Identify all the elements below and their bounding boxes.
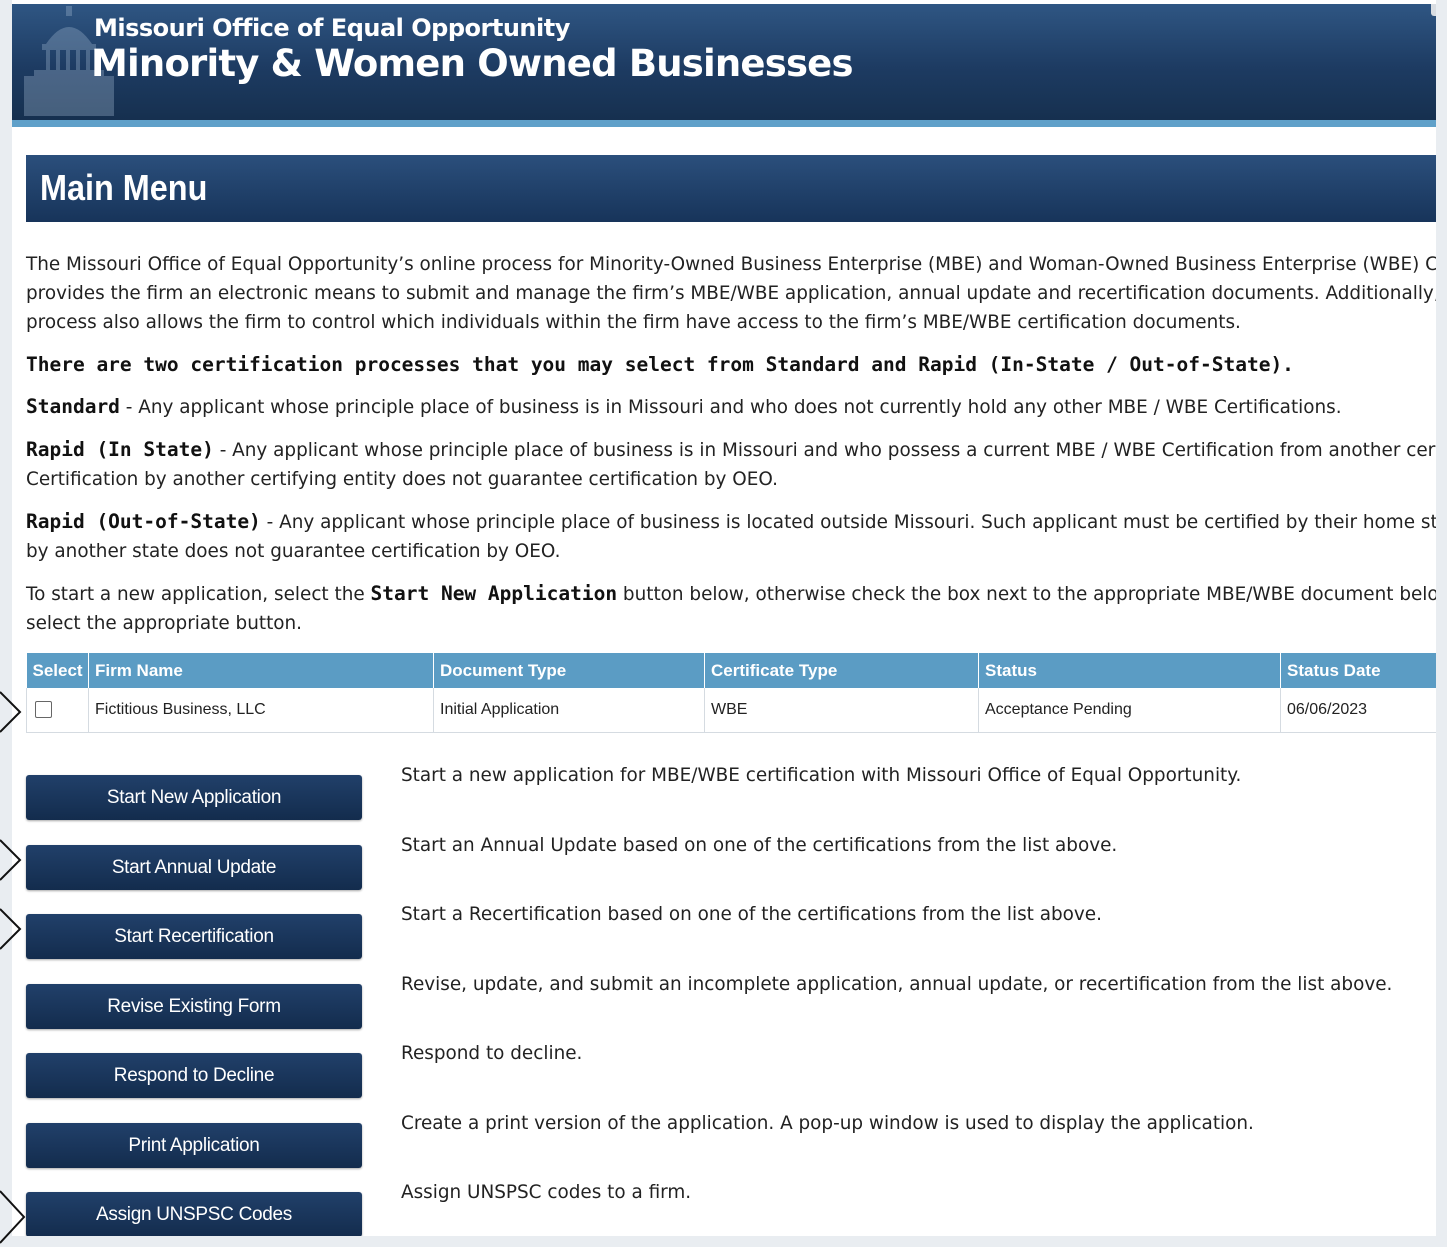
- revise-existing-form-description: Revise, update, and submit an incomplete…: [401, 974, 1393, 995]
- bottom-border: [0, 1236, 1447, 1247]
- rapid-in-state-label: Rapid (In State): [26, 438, 214, 461]
- standard-text: - Any applicant whose principle place of…: [119, 397, 1342, 418]
- document-type-cell: Initial Application: [433, 688, 705, 733]
- status-cell: Acceptance Pending: [978, 688, 1281, 733]
- right-arrow-icon: [0, 839, 22, 881]
- assign-unspsc-codes-button[interactable]: Assign UNSPSC Codes: [26, 1192, 362, 1236]
- standard-label: Standard: [26, 395, 120, 418]
- start-annual-update-description: Start an Annual Update based on one of t…: [401, 835, 1118, 856]
- instructions-text: button below, otherwise check the box ne…: [622, 584, 1436, 605]
- assign-unspsc-codes-description: Assign UNSPSC codes to a firm.: [401, 1182, 692, 1203]
- page-title: Main Menu: [40, 167, 208, 208]
- column-header-document-type[interactable]: Document Type: [433, 653, 705, 688]
- table-header-row: Select Firm Name Document Type Certifica…: [26, 653, 1436, 688]
- certificate-type-cell: WBE: [704, 688, 979, 733]
- firm-name-cell: Fictitious Business, LLC: [88, 688, 434, 733]
- header-banner: Missouri Office of Equal Opportunity Min…: [12, 4, 1436, 120]
- column-header-status-date[interactable]: Status Date: [1280, 653, 1436, 688]
- header-subtitle: Missouri Office of Equal Opportunity: [94, 14, 570, 42]
- documents-table: Select Firm Name Document Type Certifica…: [26, 653, 1436, 733]
- start-annual-update-button[interactable]: Start Annual Update: [26, 845, 362, 890]
- intro-line: The Missouri Office of Equal Opportunity…: [26, 254, 1436, 275]
- right-arrow-icon: [0, 908, 22, 950]
- instructions-text: To start a new application, select the: [26, 584, 371, 605]
- instructions-text: select the appropriate button.: [26, 613, 303, 634]
- revise-existing-form-button[interactable]: Revise Existing Form: [26, 984, 362, 1029]
- row-select-checkbox[interactable]: [35, 701, 52, 719]
- respond-to-decline-button[interactable]: Respond to Decline: [26, 1053, 362, 1098]
- respond-to-decline-description: Respond to decline.: [401, 1043, 583, 1064]
- print-application-button[interactable]: Print Application: [26, 1123, 362, 1168]
- process-heading: There are two certification processes th…: [26, 353, 1294, 376]
- standard-paragraph: Standard - Any applicant whose principle…: [26, 392, 1436, 422]
- rapid-out-of-state-text: - Any applicant whose principle place of…: [260, 512, 1436, 533]
- intro-line: process also allows the firm to control …: [26, 312, 1241, 333]
- right-arrow-icon: [0, 1190, 26, 1244]
- rapid-out-of-state-label: Rapid (Out-of-State): [26, 510, 261, 533]
- rapid-out-of-state-text: by another state does not guarantee cert…: [26, 541, 561, 562]
- right-arrow-icon: [0, 691, 22, 733]
- column-header-select[interactable]: Select: [26, 653, 89, 688]
- rapid-in-state-text: Certification by another certifying enti…: [26, 469, 778, 490]
- column-header-status[interactable]: Status: [978, 653, 1281, 688]
- column-header-firm-name[interactable]: Firm Name: [88, 653, 434, 688]
- rapid-in-state-paragraph: Rapid (In State) - Any applicant whose p…: [26, 435, 1436, 494]
- instructions-paragraph: To start a new application, select the S…: [26, 579, 1436, 638]
- status-date-cell: 06/06/2023: [1280, 688, 1436, 733]
- main-menu-bar: Main Menu: [26, 155, 1436, 222]
- start-new-application-description: Start a new application for MBE/WBE cert…: [401, 765, 1242, 786]
- scroll-button[interactable]: [1431, 4, 1436, 16]
- column-header-certificate-type[interactable]: Certificate Type: [704, 653, 979, 688]
- intro-text: The Missouri Office of Equal Opportunity…: [26, 250, 1436, 638]
- start-new-application-button[interactable]: Start New Application: [26, 775, 362, 820]
- table-row: Fictitious Business, LLC Initial Applica…: [26, 688, 1436, 733]
- header-title: Minority & Women Owned Businesses: [91, 42, 854, 85]
- header-stripe: [12, 120, 1436, 127]
- select-cell: [26, 688, 89, 733]
- intro-line: provides the firm an electronic means to…: [26, 283, 1436, 304]
- rapid-out-of-state-paragraph: Rapid (Out-of-State) - Any applicant who…: [26, 507, 1436, 566]
- rapid-in-state-text: - Any applicant whose principle place of…: [213, 440, 1436, 461]
- intro-paragraph: The Missouri Office of Equal Opportunity…: [26, 250, 1436, 337]
- instructions-bold: Start New Application: [370, 582, 618, 605]
- start-recertification-button[interactable]: Start Recertification: [26, 914, 362, 959]
- page: Missouri Office of Equal Opportunity Min…: [12, 0, 1436, 1236]
- start-recertification-description: Start a Recertification based on one of …: [401, 904, 1102, 925]
- print-application-description: Create a print version of the applicatio…: [401, 1113, 1254, 1134]
